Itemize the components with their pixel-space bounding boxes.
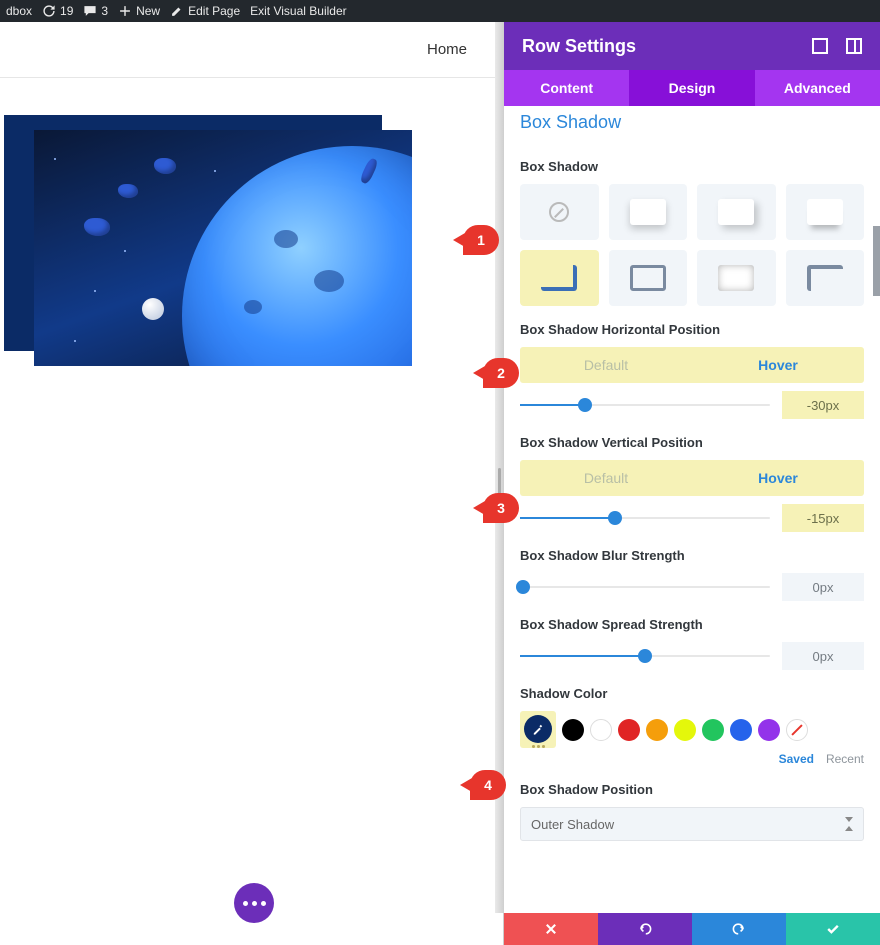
shadow-preset-3[interactable]: [697, 184, 776, 240]
callout-3: 3: [483, 493, 519, 523]
shadow-preset-5[interactable]: [520, 250, 599, 306]
link-recent[interactable]: Recent: [826, 752, 864, 766]
swatch-blue[interactable]: [730, 719, 752, 741]
panel-header: Row Settings: [504, 22, 880, 70]
blur-value[interactable]: 0px: [782, 573, 864, 601]
hpos-hover[interactable]: Hover: [692, 347, 864, 383]
label-color: Shadow Color: [520, 686, 864, 701]
settings-tabs: Content Design Advanced: [504, 70, 880, 106]
adminbar-edit-page[interactable]: Edit Page: [170, 4, 240, 18]
swatch-orange[interactable]: [646, 719, 668, 741]
link-saved[interactable]: Saved: [779, 752, 814, 766]
swatch-none[interactable]: [786, 719, 808, 741]
label-vpos: Box Shadow Vertical Position: [520, 435, 864, 450]
tab-design[interactable]: Design: [629, 70, 754, 106]
adminbar-exit-vb[interactable]: Exit Visual Builder: [250, 4, 347, 18]
builder-fab[interactable]: [234, 883, 274, 923]
tab-advanced[interactable]: Advanced: [755, 70, 880, 106]
vpos-value[interactable]: -15px: [782, 504, 864, 532]
none-icon: [549, 202, 569, 222]
swatch-red[interactable]: [618, 719, 640, 741]
shadow-presets: [520, 184, 864, 306]
swatch-menu-icon[interactable]: [532, 745, 545, 748]
adminbar-comments[interactable]: 3: [83, 4, 108, 18]
callout-1: 1: [463, 225, 499, 255]
swatch-yellow[interactable]: [674, 719, 696, 741]
hpos-default[interactable]: Default: [520, 347, 692, 383]
shadow-preset-2[interactable]: [609, 184, 688, 240]
nav-home[interactable]: Home: [427, 41, 467, 58]
undo-button[interactable]: [598, 913, 692, 945]
adminbar-site[interactable]: dbox: [6, 4, 32, 18]
swatch-white[interactable]: [590, 719, 612, 741]
shadow-position-select[interactable]: Outer Shadow: [520, 807, 864, 841]
vpos-default[interactable]: Default: [520, 460, 692, 496]
wp-admin-bar: dbox 19 3 New Edit Page Exit Visual Buil…: [0, 0, 880, 22]
vpos-hover[interactable]: Hover: [692, 460, 864, 496]
hpos-value[interactable]: -30px: [782, 391, 864, 419]
callout-4: 4: [470, 770, 506, 800]
snap-icon[interactable]: [846, 38, 862, 54]
expand-icon[interactable]: [812, 38, 828, 54]
vpos-state-toggle: Default Hover: [520, 460, 864, 496]
label-hpos: Box Shadow Horizontal Position: [520, 322, 864, 337]
label-blur: Box Shadow Blur Strength: [520, 548, 864, 563]
label-boxshadow: Box Shadow: [520, 159, 864, 174]
close-button[interactable]: [504, 913, 598, 945]
blur-slider[interactable]: [520, 575, 770, 599]
option-group-title[interactable]: Box Shadow: [520, 106, 864, 143]
spread-slider[interactable]: [520, 644, 770, 668]
swatch-purple[interactable]: [758, 719, 780, 741]
hpos-state-toggle: Default Hover: [520, 347, 864, 383]
shadow-preset-7[interactable]: [697, 250, 776, 306]
color-picker-swatch[interactable]: [524, 715, 552, 743]
save-button[interactable]: [786, 913, 880, 945]
panel-scrollbar-thumb[interactable]: [873, 226, 880, 296]
preview-row[interactable]: [34, 130, 414, 366]
redo-button[interactable]: [692, 913, 786, 945]
callout-2: 2: [483, 358, 519, 388]
shadow-none[interactable]: [520, 184, 599, 240]
adminbar-updates[interactable]: 19: [42, 4, 73, 18]
swatch-green[interactable]: [702, 719, 724, 741]
swatch-black[interactable]: [562, 719, 584, 741]
page-preview: Home: [0, 22, 504, 945]
label-spread: Box Shadow Spread Strength: [520, 617, 864, 632]
label-pos: Box Shadow Position: [520, 782, 864, 797]
hpos-slider[interactable]: [520, 393, 770, 417]
settings-panel: Row Settings Content Design Advanced Box…: [504, 22, 880, 945]
panel-title: Row Settings: [522, 36, 636, 57]
site-header: Home: [0, 22, 503, 78]
preview-image: [34, 130, 412, 366]
shadow-preset-4[interactable]: [786, 184, 865, 240]
shadow-preset-6[interactable]: [609, 250, 688, 306]
adminbar-new[interactable]: New: [118, 4, 160, 18]
shadow-preset-8[interactable]: [786, 250, 865, 306]
color-swatches: [520, 711, 864, 748]
tab-content[interactable]: Content: [504, 70, 629, 106]
panel-action-bar: [504, 913, 880, 945]
spread-value[interactable]: 0px: [782, 642, 864, 670]
vpos-slider[interactable]: [520, 506, 770, 530]
